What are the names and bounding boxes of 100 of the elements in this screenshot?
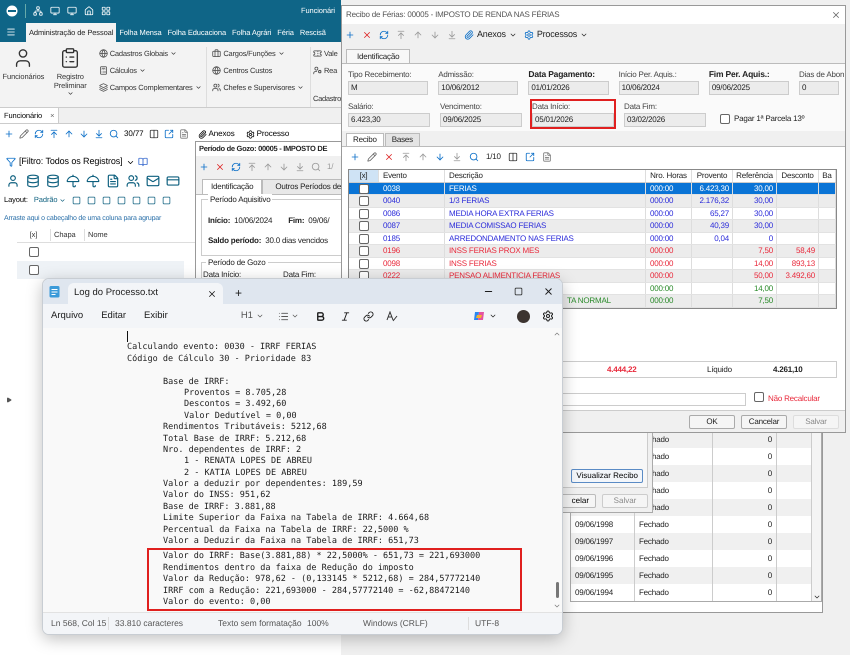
checkbox[interactable]: [359, 184, 369, 194]
checkbox[interactable]: [359, 258, 369, 268]
dialog-button[interactable]: Cancelar: [741, 414, 787, 428]
scroll-thumb[interactable]: [556, 582, 558, 598]
columns-icon[interactable]: [148, 129, 159, 139]
menu-icon[interactable]: [6, 27, 16, 37]
tab[interactable]: Recibo: [346, 132, 384, 146]
delete-icon[interactable]: [384, 152, 394, 162]
paperclip-icon[interactable]: [464, 30, 474, 40]
bold-icon[interactable]: [314, 310, 326, 322]
refresh-icon[interactable]: [34, 129, 44, 139]
add-icon[interactable]: [345, 30, 355, 40]
checkbox[interactable]: [359, 246, 369, 256]
checkbox[interactable]: [359, 234, 369, 244]
checkbox[interactable]: [720, 114, 730, 124]
book-icon[interactable]: [138, 157, 148, 167]
input-field[interactable]: 6.423,30: [348, 112, 430, 127]
menu-item[interactable]: Editar: [101, 308, 126, 324]
search-icon[interactable]: [109, 129, 119, 139]
input-field[interactable]: 09/06/2025: [708, 80, 790, 95]
calculator-icon[interactable]: [98, 66, 108, 75]
last-icon[interactable]: [94, 129, 104, 139]
network-icon[interactable]: [33, 6, 43, 16]
database-icon[interactable]: [26, 174, 40, 188]
copilot-icon[interactable]: [473, 310, 485, 322]
tab[interactable]: Bases: [384, 132, 420, 146]
table-row[interactable]: 0038 FERIAS 000:00 6.423,30 30,00: [349, 182, 836, 196]
pencil-icon[interactable]: [367, 152, 377, 162]
add-icon[interactable]: [4, 129, 14, 139]
heading-dropdown[interactable]: H1: [240, 308, 264, 324]
view-receipt-button[interactable]: Visualizar Recibo: [571, 469, 643, 483]
link-icon[interactable]: [362, 310, 374, 322]
pencil-icon[interactable]: [19, 129, 29, 139]
document-icon[interactable]: [178, 129, 189, 139]
menu-item[interactable]: Exibir: [144, 308, 168, 324]
close-icon[interactable]: [207, 288, 217, 298]
first-icon[interactable]: [401, 152, 411, 162]
refresh-icon[interactable]: [231, 162, 241, 172]
delete-icon[interactable]: [215, 162, 225, 172]
last-icon[interactable]: [452, 152, 462, 162]
globe-icon[interactable]: [98, 49, 108, 58]
new-tab-button[interactable]: +: [235, 287, 242, 299]
gear-icon[interactable]: [246, 130, 255, 138]
checkbox[interactable]: [28, 246, 38, 256]
attachments-button[interactable]: Anexos: [198, 128, 235, 140]
file-tab[interactable]: Log do Processo.txt: [68, 283, 223, 304]
add-icon[interactable]: [350, 152, 360, 162]
layers-icon[interactable]: [98, 83, 108, 92]
processes-button[interactable]: Processo: [246, 128, 290, 140]
grid-icon[interactable]: [101, 6, 111, 16]
card-icon[interactable]: [166, 174, 180, 188]
menu-item[interactable]: Arquivo: [51, 308, 84, 324]
table-row[interactable]: 0086 MEDIA HORA EXTRA FERIAS 000:00 65,27 30,00: [349, 208, 836, 220]
settings-icon[interactable]: [542, 310, 554, 322]
scroll-down-icon[interactable]: [812, 593, 820, 601]
add-icon[interactable]: [199, 162, 209, 172]
ticket-icon[interactable]: [312, 49, 322, 58]
dialog-button[interactable]: OK: [689, 414, 735, 428]
table-row[interactable]: 0087 MEDIA COMISSAO FERIAS 000:00 40,39 30,00: [349, 220, 836, 233]
checkbox[interactable]: [359, 196, 369, 206]
avatar[interactable]: [517, 310, 530, 322]
tab[interactable]: Identificação: [346, 49, 410, 63]
briefcase-icon[interactable]: [212, 49, 222, 58]
umbrella-icon[interactable]: [66, 174, 80, 188]
italic-icon[interactable]: [340, 310, 351, 322]
down-icon[interactable]: [79, 129, 89, 139]
input-field[interactable]: 09/06/2025: [440, 112, 522, 127]
input-field[interactable]: 10/06/2012: [438, 80, 518, 95]
scroll-up-icon[interactable]: [553, 330, 561, 338]
input-field[interactable]: M: [348, 80, 428, 95]
user-gear-icon[interactable]: [312, 66, 322, 75]
filter-dropdown[interactable]: [Filtro: Todos os Registros]: [19, 155, 123, 169]
document-icon[interactable]: [106, 174, 120, 188]
checkbox[interactable]: [754, 392, 764, 402]
table-row[interactable]: 0098 INSS FERIAS 000:00 14,00 893,13: [349, 258, 836, 270]
processes-button[interactable]: Processos: [524, 28, 588, 42]
attachments-button[interactable]: Anexos: [464, 28, 517, 42]
tab[interactable]: Identificação: [202, 179, 262, 194]
input-field[interactable]: 03/02/2026: [624, 112, 706, 127]
maximize-icon[interactable]: [514, 287, 523, 296]
document-icon[interactable]: [542, 152, 552, 162]
export-icon[interactable]: [524, 152, 535, 162]
input-field[interactable]: 0: [799, 80, 840, 95]
screen-icon[interactable]: [67, 6, 77, 16]
checkbox[interactable]: [359, 221, 369, 231]
checkbox[interactable]: [359, 208, 369, 218]
monitor-icon[interactable]: [50, 6, 60, 16]
checkbox[interactable]: [28, 264, 38, 274]
filter-icon[interactable]: [6, 157, 16, 167]
delete-icon[interactable]: [362, 30, 372, 40]
input-field[interactable]: 10/06/2024: [618, 80, 699, 95]
globe-icon[interactable]: [212, 66, 222, 75]
close-icon[interactable]: [543, 286, 554, 297]
input-field[interactable]: 01/01/2026: [528, 80, 609, 95]
people-icon[interactable]: [212, 83, 222, 92]
down-icon[interactable]: [435, 152, 445, 162]
paperclip-icon[interactable]: [198, 130, 207, 138]
table-row[interactable]: 0185 ARREDONDAMENTO NAS FERIAS 000:00 0,04 0: [349, 232, 836, 246]
export-icon[interactable]: [164, 129, 174, 139]
home-icon[interactable]: [84, 6, 94, 16]
